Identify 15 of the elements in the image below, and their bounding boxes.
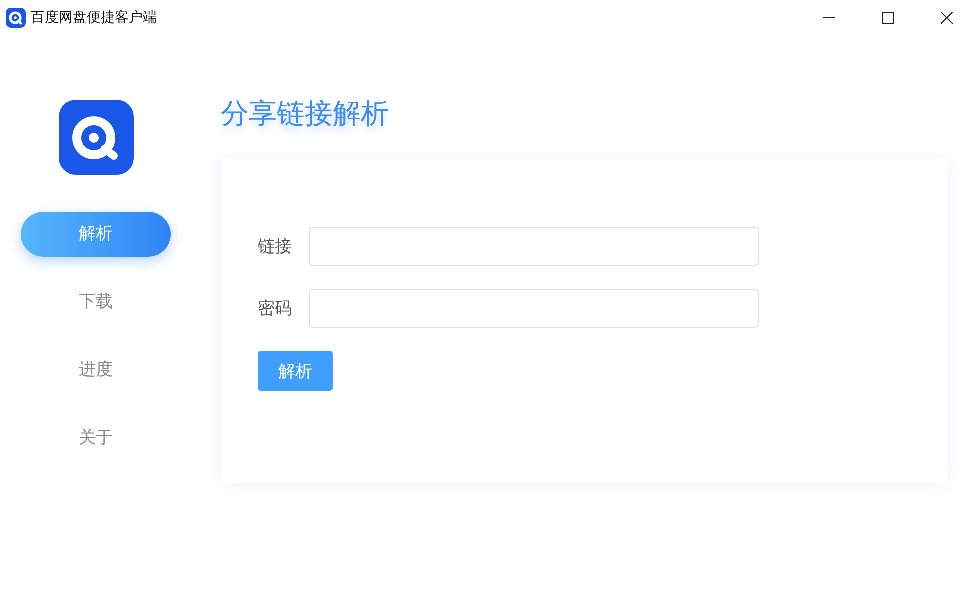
app-logo-icon (6, 8, 26, 28)
sidebar-item[interactable]: 进度 (21, 348, 171, 393)
app-logo-icon (58, 100, 134, 175)
sidebar-item[interactable]: 关于 (21, 416, 171, 461)
window-title: 百度网盘便捷客户端 (31, 8, 157, 26)
parse-button[interactable]: 解析 (258, 351, 333, 391)
page-heading: 分享链接解析 (221, 96, 390, 132)
input-field[interactable] (309, 289, 759, 328)
sidebar-item[interactable]: 解析 (21, 212, 171, 257)
field-label: 链接 (258, 236, 293, 258)
sidebar-item[interactable]: 下载 (21, 280, 171, 325)
field-label: 密码 (258, 298, 293, 320)
input-field[interactable] (309, 227, 759, 266)
close-icon[interactable] (941, 12, 953, 24)
maximize-icon[interactable] (882, 12, 894, 24)
